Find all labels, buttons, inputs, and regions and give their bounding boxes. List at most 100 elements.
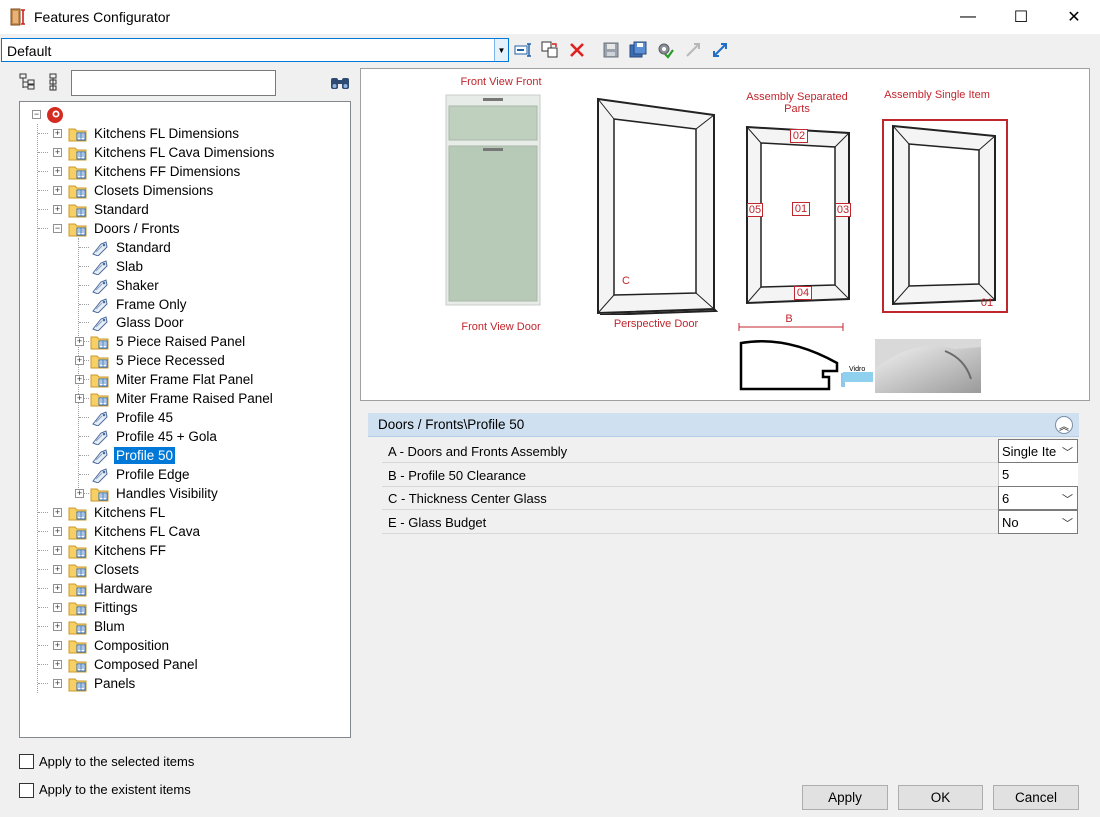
property-row: B - Profile 50 Clearance 5	[382, 463, 1078, 487]
features-tree[interactable]: − + Kitchens FL Dimensions + Kitchens FL Cav…	[19, 101, 351, 738]
tree-expand-toggle[interactable]: +	[75, 337, 84, 346]
folder-icon	[68, 223, 87, 237]
tree-expand-toggle[interactable]: +	[53, 508, 62, 517]
tree-expand-toggle[interactable]: +	[53, 167, 62, 176]
save-all-icon[interactable]	[628, 40, 648, 60]
tree-item[interactable]: Profile 45 + Gola	[114, 427, 219, 446]
tree-item[interactable]: Standard	[92, 200, 151, 219]
root-collapse-toggle[interactable]: −	[32, 110, 41, 119]
tree-item[interactable]: Shaker	[114, 276, 161, 295]
tree-item[interactable]: Kitchens FL Cava	[92, 522, 202, 541]
folder-icon	[90, 336, 109, 350]
tree-item[interactable]: Doors / Fronts	[92, 219, 182, 238]
tree-expand-toggle[interactable]: +	[53, 129, 62, 138]
tree-expand-toggle[interactable]: +	[53, 584, 62, 593]
maximize-button[interactable]: ☐	[998, 0, 1044, 34]
expand-arrows-icon[interactable]	[710, 40, 730, 60]
tree-item[interactable]: 5 Piece Raised Panel	[114, 332, 247, 351]
chevron-down-icon: ﹀	[1062, 494, 1073, 506]
cancel-button[interactable]: Cancel	[993, 785, 1079, 810]
tree-item[interactable]: Panels	[92, 674, 137, 693]
property-value-dropdown[interactable]: Single Ite ﹀	[998, 439, 1078, 463]
tree-expand-toggle[interactable]: +	[53, 527, 62, 536]
tree-item[interactable]: Hardware	[92, 579, 155, 598]
tree-item[interactable]: Glass Door	[114, 313, 186, 332]
save-icon[interactable]	[601, 40, 621, 60]
tree-expand-toggle[interactable]: +	[53, 641, 62, 650]
tree-item[interactable]: Composition	[92, 636, 171, 655]
tree-expand-toggle[interactable]: +	[53, 186, 62, 195]
chevron-down-icon[interactable]: ▼	[494, 39, 508, 61]
feature-tag-icon	[92, 411, 108, 426]
caption-assembly-single: Assembly Single Item	[884, 89, 990, 101]
tree-item[interactable]: Kitchens FL Cava Dimensions	[92, 143, 276, 162]
tree-collapse-icon[interactable]	[46, 72, 66, 92]
caption-front-view-door: Front View Door	[461, 321, 541, 333]
tree-expand-toggle[interactable]: +	[75, 394, 84, 403]
tree-expand-toggle[interactable]: +	[53, 660, 62, 669]
tree-expand-toggle[interactable]: +	[53, 546, 62, 555]
tree-item-selected[interactable]: Profile 50	[112, 446, 177, 465]
binoculars-search-icon[interactable]	[329, 73, 351, 93]
chevron-down-icon: ﹀	[1062, 518, 1073, 530]
tree-item[interactable]: Blum	[92, 617, 127, 636]
tree-expand-toggle[interactable]: +	[75, 375, 84, 384]
folder-icon	[68, 545, 87, 559]
tree-search-input[interactable]	[71, 70, 276, 96]
apply-selected-checkbox[interactable]	[19, 754, 34, 769]
tree-item[interactable]: Closets Dimensions	[92, 181, 215, 200]
tree-item[interactable]: Kitchens FL Dimensions	[92, 124, 241, 143]
tree-expand-toggle[interactable]: +	[53, 622, 62, 631]
tree-item[interactable]: Kitchens FF	[92, 541, 168, 560]
copy-icon[interactable]	[540, 40, 560, 60]
apply-existent-checkbox[interactable]	[19, 783, 34, 798]
tree-item[interactable]: Standard	[114, 238, 173, 257]
property-value: 5	[1002, 467, 1010, 482]
tree-item[interactable]: Composed Panel	[92, 655, 200, 674]
profile-section-drawing	[738, 323, 845, 391]
tree-expand-toggle[interactable]: +	[53, 148, 62, 157]
properties-header[interactable]: Doors / Fronts\Profile 50 ︽	[368, 413, 1079, 437]
tree-item[interactable]: 5 Piece Recessed	[114, 351, 227, 370]
delete-icon[interactable]	[567, 40, 587, 60]
collapse-arrows-icon[interactable]	[683, 40, 703, 60]
tree-item[interactable]: Kitchens FF Dimensions	[92, 162, 242, 181]
tree-expand-toggle[interactable]: +	[75, 489, 84, 498]
apply-button[interactable]: Apply	[802, 785, 888, 810]
tree-item[interactable]: Profile 45	[114, 408, 175, 427]
tree-root-promob[interactable]	[68, 105, 72, 124]
tree-item[interactable]: Kitchens FL	[92, 503, 167, 522]
close-button[interactable]: ✕	[1051, 0, 1097, 34]
doors-collapse-toggle[interactable]: −	[53, 224, 62, 233]
tree-item[interactable]: Miter Frame Flat Panel	[114, 370, 255, 389]
tree-item[interactable]: Fittings	[92, 598, 140, 617]
perspective-door-drawing	[597, 97, 718, 315]
rename-icon[interactable]	[513, 40, 533, 60]
tree-item[interactable]: Slab	[114, 257, 145, 276]
settings-check-icon[interactable]	[655, 40, 675, 60]
tree-item[interactable]: Miter Frame Raised Panel	[114, 389, 275, 408]
part-label-05: 05	[747, 203, 763, 217]
tree-item[interactable]: Profile Edge	[114, 465, 192, 484]
tree-expand-toggle[interactable]: +	[53, 205, 62, 214]
collapse-up-icon[interactable]: ︽	[1055, 416, 1073, 434]
tree-expand-toggle[interactable]: +	[53, 565, 62, 574]
folder-icon	[68, 185, 87, 199]
minimize-button[interactable]: —	[945, 0, 991, 34]
promob-logo-icon	[47, 107, 63, 123]
tree-expand-icon[interactable]	[18, 72, 38, 92]
tree-expand-toggle[interactable]: +	[75, 356, 84, 365]
folder-icon	[90, 393, 109, 407]
property-value-dropdown[interactable]: 6 ﹀	[998, 486, 1078, 510]
caption-assembly-separated: Assembly Separated Parts	[746, 91, 848, 115]
property-value-input[interactable]: 5	[998, 463, 1078, 487]
property-value-dropdown[interactable]: No ﹀	[998, 510, 1078, 534]
tree-expand-toggle[interactable]: +	[53, 603, 62, 612]
tree-item[interactable]: Handles Visibility	[114, 484, 220, 503]
ok-button[interactable]: OK	[898, 785, 983, 810]
preset-dropdown[interactable]: Default ▼	[1, 38, 509, 62]
tree-item[interactable]: Frame Only	[114, 295, 189, 314]
tree-expand-toggle[interactable]: +	[53, 679, 62, 688]
preview-panel: Front View Front Front View Door C Persp…	[360, 68, 1090, 401]
tree-item[interactable]: Closets	[92, 560, 141, 579]
